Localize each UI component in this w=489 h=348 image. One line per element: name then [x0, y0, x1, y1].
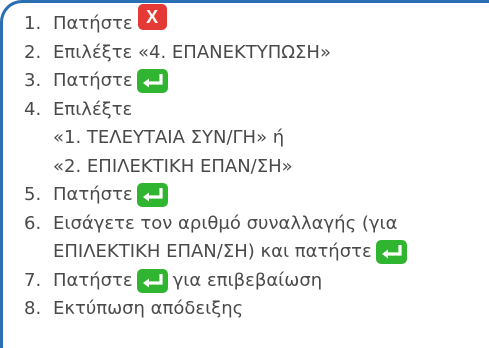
step-text: Πατήστε [53, 67, 168, 96]
step-line: 7. Πατήστε για επιβεβαίωση [3, 267, 489, 296]
step-line: 1. Πατήστε X [3, 4, 489, 39]
step-number: 7. [24, 269, 42, 291]
step-label: Επιλέξτε «4. ΕΠΑΝΕΚΤΥΠΩΣΗ» [53, 41, 331, 63]
step-number: 3. [24, 70, 42, 91]
step-text: «1. ΤΕΛΕΥΤΑΙΑ ΣΥΝ/ΓΗ» ή [53, 124, 284, 153]
step-label: Πατήστε [53, 70, 133, 91]
step-text: «2. ΕΠΙΛΕΚΤΙΚΗ ΕΠΑΝ/ΣΗ» [53, 153, 293, 182]
steps-list: 1. Πατήστε X 2. Επιλέξτε «4. ΕΠΑΝΕΚΤΥΠΩΣΗ» 3.… [3, 4, 489, 324]
step-label: ΕΠΙΛΕΚΤΙΚΗ ΕΠΑΝ/ΣΗ) και πατήστε [53, 241, 372, 262]
step-line: 8. Εκτύπωση απόδειξης [3, 295, 489, 324]
step-label: Εισάγετε τον αριθμό συναλλαγής (για [53, 212, 398, 234]
enter-key-icon [136, 69, 168, 94]
step-text: Εκτύπωση απόδειξης [53, 295, 243, 324]
step-line: 6. Εισάγετε τον αριθμό συναλλαγής (για [3, 210, 489, 239]
step-text: Εισάγετε τον αριθμό συναλλαγής (για [53, 210, 398, 239]
step-label: Πατήστε [53, 13, 133, 34]
enter-key-icon [136, 268, 168, 293]
step-line: «1. ΤΕΛΕΥΤΑΙΑ ΣΥΝ/ΓΗ» ή [3, 124, 489, 153]
step-text: Πατήστε για επιβεβαίωση [53, 267, 322, 296]
step-label: «2. ΕΠΙΛΕΚΤΙΚΗ ΕΠΑΝ/ΣΗ» [53, 155, 293, 177]
step-number: 6. [24, 212, 42, 234]
step-number: 8. [24, 298, 42, 319]
step-number: 1. [24, 13, 42, 34]
step-line: «2. ΕΠΙΛΕΚΤΙΚΗ ΕΠΑΝ/ΣΗ» [3, 153, 489, 182]
step-text: Πατήστε X [53, 4, 167, 39]
instruction-panel: 1. Πατήστε X 2. Επιλέξτε «4. ΕΠΑΝΕΚΤΥΠΩΣΗ» 3.… [0, 0, 489, 348]
step-line: 4. Επιλέξτε [3, 96, 489, 125]
step-label: Πατήστε [53, 269, 133, 291]
step-text: ΕΠΙΛΕΚΤΙΚΗ ΕΠΑΝ/ΣΗ) και πατήστε [53, 238, 407, 267]
step-label: Εκτύπωση απόδειξης [53, 298, 244, 319]
step-label-suffix: για επιβεβαίωση [172, 269, 323, 291]
step-text: Επιλέξτε «4. ΕΠΑΝΕΚΤΥΠΩΣΗ» [53, 39, 331, 68]
enter-key-icon [375, 240, 407, 265]
step-label: Πατήστε [53, 184, 133, 205]
step-line: 5. Πατήστε [3, 181, 489, 210]
cancel-key-icon: X [137, 4, 167, 31]
step-text: Πατήστε [53, 181, 168, 210]
step-number: 4. [24, 98, 42, 120]
step-label: Επιλέξτε [53, 98, 133, 120]
step-line: 3. Πατήστε [3, 67, 489, 96]
step-line: ΕΠΙΛΕΚΤΙΚΗ ΕΠΑΝ/ΣΗ) και πατήστε [3, 238, 489, 267]
enter-key-icon [136, 183, 168, 208]
step-label: «1. ΤΕΛΕΥΤΑΙΑ ΣΥΝ/ΓΗ» ή [53, 127, 285, 148]
step-line: 2. Επιλέξτε «4. ΕΠΑΝΕΚΤΥΠΩΣΗ» [3, 39, 489, 68]
step-number: 2. [24, 41, 42, 63]
step-number: 5. [24, 184, 42, 205]
step-text: Επιλέξτε [53, 96, 132, 125]
